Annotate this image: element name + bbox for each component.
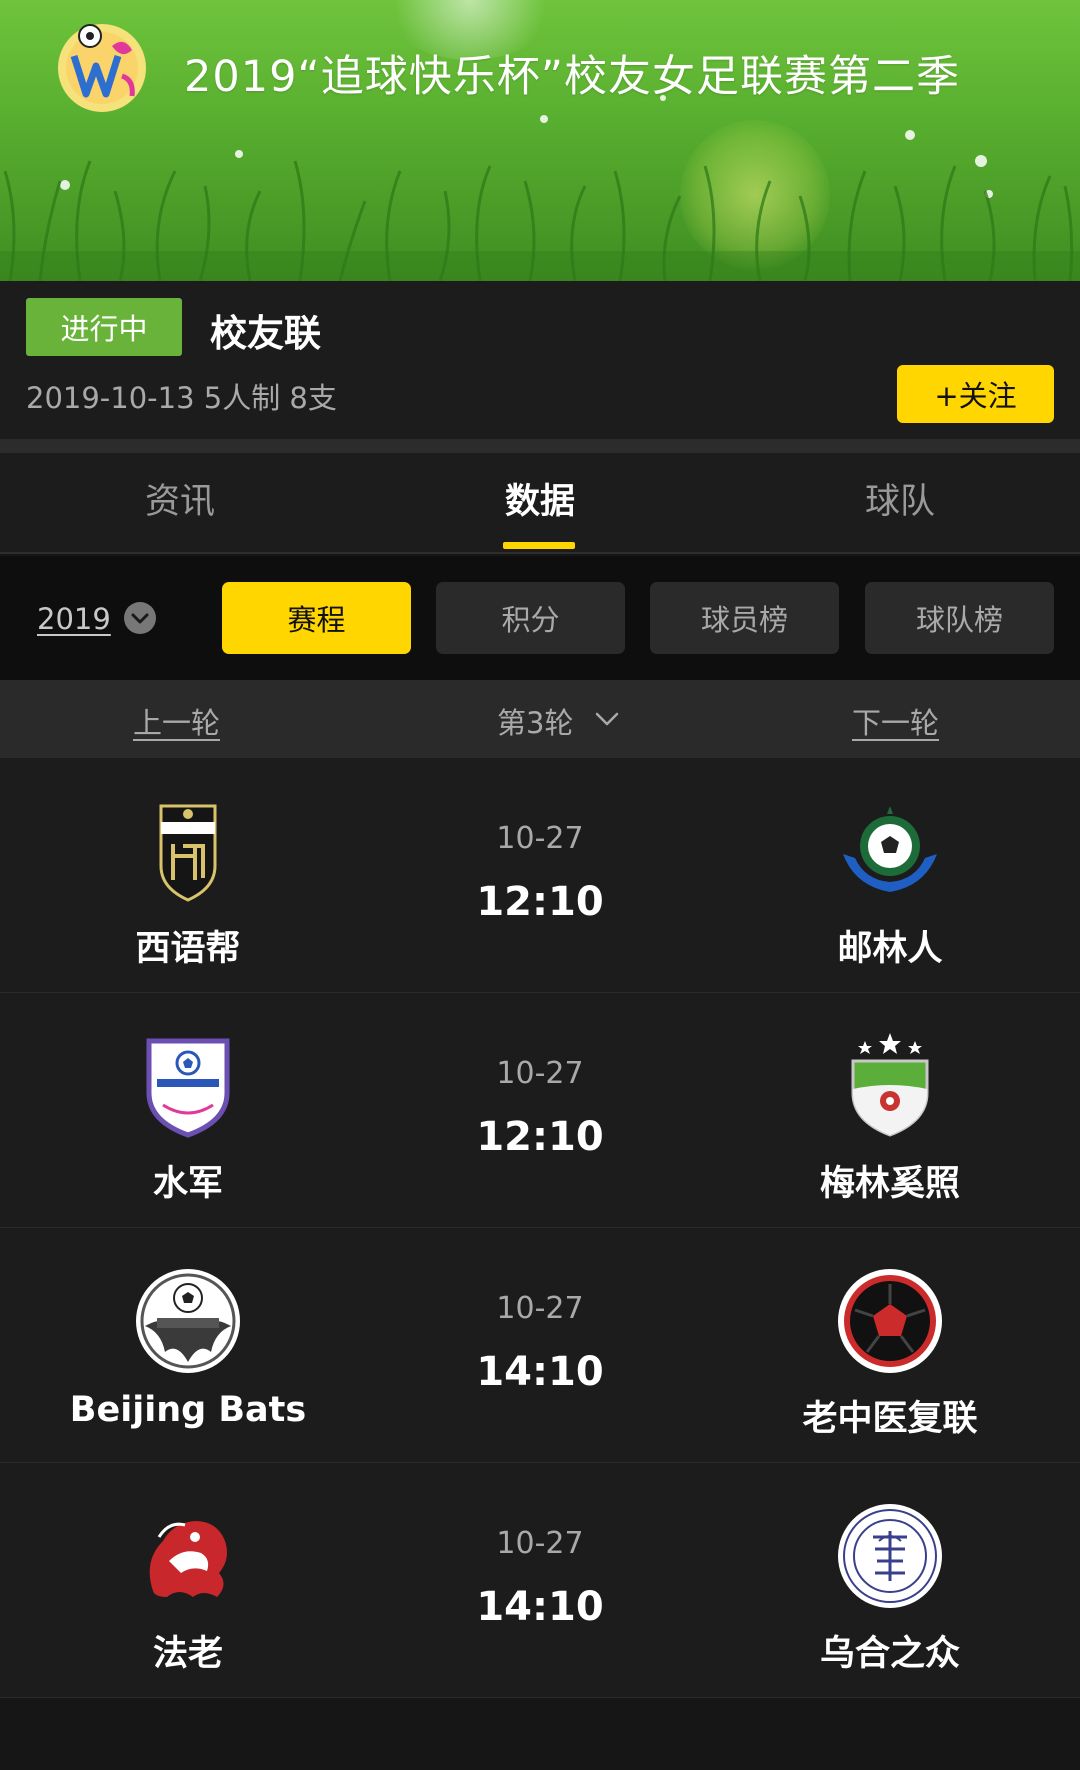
- match-time: 12:10: [476, 1114, 604, 1160]
- grass-decoration: [0, 160, 1080, 281]
- league-title: 2019“追球快乐杯”校友女足联赛第二季: [184, 52, 960, 102]
- match-time: 14:10: [476, 1584, 604, 1630]
- banner-sparkle: [540, 115, 548, 123]
- match-row[interactable]: Beijing Bats 10-27 14:10 老中医复联: [0, 1228, 1080, 1463]
- dragon-icon: [149, 1521, 227, 1597]
- status-badge: 进行中: [26, 298, 182, 356]
- shield-crest-icon: [146, 1038, 230, 1138]
- seal-icon: [838, 1504, 942, 1608]
- section-divider: [0, 439, 1080, 453]
- league-meta: 2019-10-13 5人制 8支: [26, 381, 337, 415]
- match-row[interactable]: 法老 10-27 14:10 乌合之众: [0, 1463, 1080, 1698]
- match-time: 12:10: [476, 879, 604, 925]
- match-list: 西语帮 10-27 12:10 邮林人 水军 10-27 12:10 梅林奚照 …: [0, 758, 1080, 1698]
- away-team-name: 老中医复联: [802, 1399, 978, 1439]
- match-row[interactable]: 西语帮 10-27 12:10 邮林人: [0, 758, 1080, 993]
- filter-bar: 2019 赛程 积分 球员榜 球队榜: [0, 556, 1080, 680]
- banner-sparkle: [905, 130, 915, 140]
- active-tab-indicator: [503, 542, 575, 549]
- home-team-name: 西语帮: [135, 929, 241, 969]
- home-team-name: 水军: [152, 1164, 223, 1204]
- away-team-name: 邮林人: [837, 929, 943, 969]
- main-tabs: 资讯 数据 球队: [0, 453, 1080, 554]
- match-date: 10-27: [496, 1526, 584, 1561]
- home-team-name: 法老: [152, 1634, 223, 1674]
- away-team[interactable]: 梅林奚照: [710, 1031, 1070, 1206]
- match-date: 10-27: [496, 1056, 584, 1091]
- filter-player-rankings[interactable]: 球员榜: [650, 582, 839, 654]
- tab-teams[interactable]: 球队: [720, 473, 1080, 524]
- home-team[interactable]: 法老: [8, 1501, 368, 1676]
- year-selector[interactable]: 2019: [37, 602, 111, 636]
- round-navigation: 上一轮 第3轮 下一轮: [0, 680, 1080, 758]
- home-team[interactable]: 西语帮: [8, 796, 368, 971]
- prev-round-link[interactable]: 上一轮: [133, 700, 220, 742]
- away-team[interactable]: 乌合之众: [710, 1501, 1070, 1676]
- filter-standings[interactable]: 积分: [436, 582, 625, 654]
- match-date: 10-27: [496, 1291, 584, 1326]
- home-team[interactable]: 水军: [8, 1031, 368, 1206]
- home-team-name: Beijing Bats: [69, 1390, 307, 1430]
- tab-data[interactable]: 数据: [360, 473, 720, 524]
- match-date: 10-27: [496, 821, 584, 856]
- match-time: 14:10: [476, 1349, 604, 1395]
- away-team-name: 乌合之众: [819, 1634, 960, 1674]
- away-team[interactable]: 邮林人: [710, 796, 1070, 971]
- league-banner: 2019“追球快乐杯”校友女足联赛第二季: [0, 0, 1080, 281]
- tab-news[interactable]: 资讯: [0, 473, 360, 524]
- star-shield-icon: [851, 1033, 929, 1137]
- league-info: 进行中 校友联 2019-10-13 5人制 8支 +关注: [0, 281, 1080, 439]
- match-row[interactable]: 水军 10-27 12:10 梅林奚照: [0, 993, 1080, 1228]
- league-name: 校友联: [210, 312, 321, 355]
- next-round-link[interactable]: 下一轮: [852, 700, 939, 742]
- away-team-name: 梅林奚照: [819, 1164, 960, 1204]
- ball-emblem-icon: [843, 806, 937, 892]
- ball-circle-icon: [838, 1269, 942, 1373]
- home-team[interactable]: Beijing Bats: [8, 1266, 368, 1430]
- round-selector[interactable]: 第3轮: [497, 700, 573, 742]
- filter-schedule[interactable]: 赛程: [222, 582, 411, 654]
- follow-button[interactable]: +关注: [897, 365, 1054, 423]
- away-team[interactable]: 老中医复联: [710, 1266, 1070, 1441]
- chevron-down-icon[interactable]: [594, 710, 620, 728]
- chevron-down-icon[interactable]: [124, 602, 156, 634]
- filter-team-rankings[interactable]: 球队榜: [865, 582, 1054, 654]
- league-logo-icon: [58, 24, 146, 112]
- bat-ball-icon: [136, 1269, 240, 1373]
- shield-crest-icon: [159, 804, 217, 902]
